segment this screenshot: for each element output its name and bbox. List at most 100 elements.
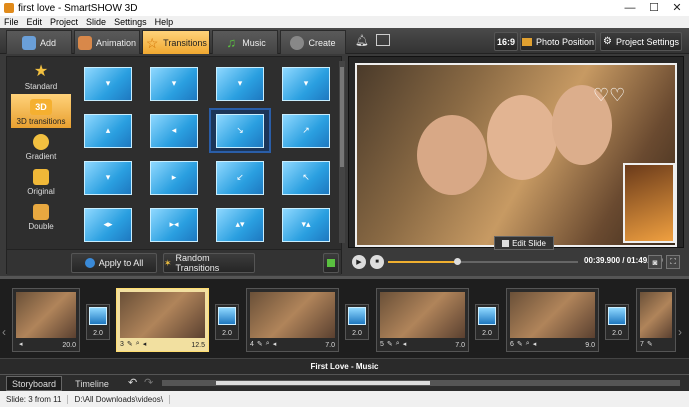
slide-thumb[interactable]: 5 ✎ ⌕ ◂ 7.0	[376, 288, 469, 352]
transition-slot[interactable]: 2.0	[345, 304, 369, 340]
tab-create[interactable]: Create	[280, 30, 346, 54]
transition-thumb[interactable]: ▾	[77, 61, 139, 106]
scrollbar-thumb[interactable]	[340, 67, 344, 167]
menu-file[interactable]: File	[0, 17, 23, 27]
zoom-icon[interactable]: ⌕	[396, 340, 400, 348]
transition-thumb[interactable]: ◂	[143, 108, 205, 153]
play-button[interactable]: ▶	[352, 255, 366, 269]
edit-slide-button[interactable]: Edit Slide	[494, 236, 554, 250]
transition-slot[interactable]: 2.0	[475, 304, 499, 340]
transition-thumb[interactable]: ▾▴	[275, 202, 337, 247]
random-transitions-button[interactable]: ✶ Random Transitions	[163, 253, 255, 273]
transition-slot[interactable]: 2.0	[605, 304, 629, 340]
transition-thumb[interactable]: ↖	[275, 155, 337, 200]
add-transition-button[interactable]	[323, 253, 339, 273]
slide-info: 5 ✎ ⌕ ◂	[380, 339, 465, 349]
arrow-down-icon: ▾	[282, 66, 330, 101]
scroll-right-icon[interactable]: ›	[678, 325, 682, 339]
speaker-icon[interactable]: ◂	[273, 340, 277, 348]
tab-storyboard[interactable]: Storyboard	[6, 376, 62, 391]
transitions-panel: ★ Standard 3D 3D transitions Gradient Orig…	[6, 56, 345, 275]
playback-handle[interactable]	[454, 258, 462, 265]
menu-settings[interactable]: Settings	[110, 17, 151, 27]
transition-thumb[interactable]: ↙	[209, 155, 271, 200]
zoom-icon[interactable]: ⌕	[526, 340, 530, 348]
music-track[interactable]: First Love - Music	[0, 358, 689, 374]
speaker-icon[interactable]: ◂	[403, 340, 407, 348]
slide-thumb-selected[interactable]: 3 ✎ ⌕ ◂ 12.5	[116, 288, 209, 352]
transition-slot[interactable]: 2.0	[86, 304, 110, 340]
slide-thumb[interactable]: 4 ✎ ⌕ ◂ 7.0	[246, 288, 339, 352]
transition-thumb[interactable]: ▴	[77, 108, 139, 153]
apply-to-all-button[interactable]: Apply to All	[71, 253, 157, 273]
tab-transitions[interactable]: ☆ Transitions	[142, 30, 210, 54]
close-button[interactable]: ✕	[665, 0, 689, 16]
image-export-icon[interactable]	[376, 34, 390, 46]
pencil-icon[interactable]: ✎	[387, 340, 393, 348]
fullscreen-icon[interactable]: ⛶	[666, 255, 680, 269]
photo-position-button[interactable]: Photo Position	[520, 32, 596, 51]
slide-duration: 7.0	[455, 342, 465, 349]
tab-music[interactable]: ♫ Music	[212, 30, 278, 54]
pencil-icon[interactable]: ✎	[517, 340, 523, 348]
slide-thumb[interactable]: 6 ✎ ⌕ ◂ 9.0	[506, 288, 599, 352]
slide-thumb[interactable]: 7 ✎	[636, 288, 676, 352]
category-gradient[interactable]: Gradient	[11, 129, 71, 163]
project-settings-button[interactable]: ⚙ Project Settings	[600, 32, 682, 51]
maximize-button[interactable]: ☐	[642, 0, 666, 16]
transition-thumb[interactable]: ▾	[209, 61, 271, 106]
transition-scrollbar[interactable]	[339, 61, 345, 243]
transition-thumb[interactable]: ▴▾	[209, 202, 271, 247]
menu-help[interactable]: Help	[151, 17, 178, 27]
minimize-button[interactable]: —	[618, 0, 642, 16]
storyboard-scrollbar[interactable]	[162, 380, 680, 386]
slide-thumb[interactable]: ◂ 20.0	[12, 288, 80, 352]
playback-slider[interactable]	[388, 258, 578, 265]
category-standard[interactable]: ★ Standard	[11, 59, 71, 93]
globe-icon	[84, 258, 95, 268]
transition-thumb-selected[interactable]: ↘	[209, 108, 271, 153]
scroll-left-icon[interactable]: ‹	[2, 325, 6, 339]
speaker-icon[interactable]: ◂	[533, 340, 537, 348]
arrow-right-icon: ▸	[150, 160, 198, 195]
pencil-icon[interactable]: ✎	[257, 340, 263, 348]
slide-duration: 20.0	[62, 342, 76, 349]
undo-icon[interactable]: ↶	[128, 376, 137, 389]
gear-icon: ⚙	[603, 36, 612, 47]
transition-thumb[interactable]: ▸	[143, 155, 205, 200]
category-double[interactable]: Double	[11, 199, 71, 233]
app-icon	[4, 3, 14, 13]
main-toolbar: Add Animation ☆ Transitions ♫ Music Create…	[0, 28, 689, 54]
menu-edit[interactable]: Edit	[23, 17, 47, 27]
transition-thumb[interactable]: ▾	[143, 61, 205, 106]
transition-thumb[interactable]: ▸◂	[143, 202, 205, 247]
aspect-ratio-button[interactable]: 16:9	[494, 32, 518, 51]
tab-timeline[interactable]: Timeline	[66, 376, 118, 391]
category-original[interactable]: Original	[11, 164, 71, 198]
tab-add[interactable]: Add	[6, 30, 72, 54]
transition-slot[interactable]: 2.0	[215, 304, 239, 340]
redo-icon[interactable]: ↷	[144, 376, 153, 389]
scrollbar-thumb[interactable]	[216, 381, 430, 385]
transition-thumb[interactable]: ▾	[275, 61, 337, 106]
transition-thumb[interactable]: ▾	[77, 155, 139, 200]
tab-animation[interactable]: Animation	[74, 30, 140, 54]
arrow-down-icon: ▾	[84, 160, 132, 195]
pencil-icon[interactable]: ✎	[647, 340, 653, 348]
zoom-icon[interactable]: ⌕	[136, 340, 140, 348]
stop-button[interactable]: ■	[370, 255, 384, 269]
menu-slide[interactable]: Slide	[82, 17, 110, 27]
pencil-icon[interactable]: ✎	[127, 340, 133, 348]
transition-thumb[interactable]: ↗	[275, 108, 337, 153]
arrow-down-icon: ▾	[150, 66, 198, 101]
speaker-icon[interactable]: ◂	[143, 340, 147, 348]
slide-image	[250, 292, 335, 338]
bell-icon[interactable]: 🔔︎	[355, 34, 369, 47]
menu-project[interactable]: Project	[46, 17, 82, 27]
transition-icon	[348, 307, 366, 325]
slide-number: 3	[120, 340, 124, 348]
snapshot-icon[interactable]: ◙	[648, 255, 662, 269]
transition-thumb[interactable]: ◂▸	[77, 202, 139, 247]
category-3d-transitions[interactable]: 3D 3D transitions	[11, 94, 71, 128]
zoom-icon[interactable]: ⌕	[266, 340, 270, 348]
